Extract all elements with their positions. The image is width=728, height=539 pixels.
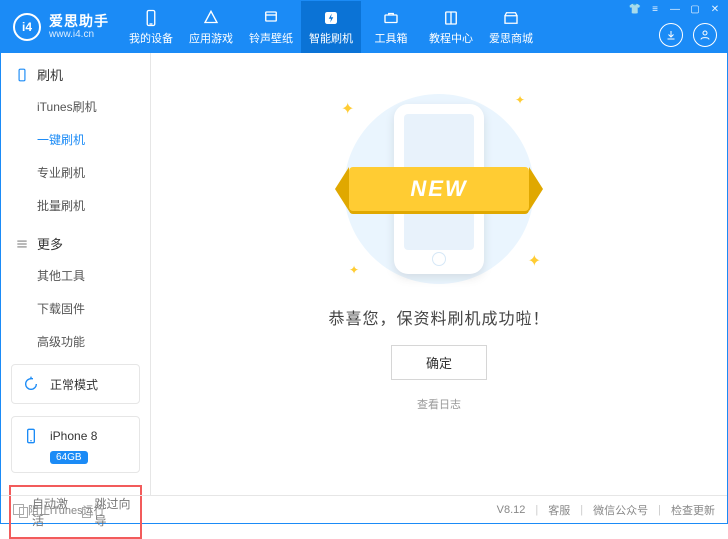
sidebar-item-oneclick-flash[interactable]: 一键刷机 [1, 123, 150, 156]
sidebar-item-pro-flash[interactable]: 专业刷机 [1, 156, 150, 189]
sidebar-item-batch-flash[interactable]: 批量刷机 [1, 189, 150, 222]
store-icon [501, 8, 521, 28]
topbar: i4 爱思助手 www.i4.cn 我的设备 应用游戏 铃声壁纸 智能刷机 [1, 1, 727, 53]
sparkle-icon: ✦ [349, 263, 359, 277]
phone-icon [20, 425, 42, 447]
sidebar-item-download-fw[interactable]: 下载固件 [1, 292, 150, 325]
device-card[interactable]: iPhone 8 64GB [11, 416, 140, 473]
sparkle-icon: ✦ [341, 99, 354, 119]
tab-label: 我的设备 [129, 30, 173, 46]
tab-tutorials[interactable]: 教程中心 [421, 1, 481, 53]
success-illustration: ✦ ✦ ✦ ✦ NEW [319, 89, 559, 289]
brand: i4 爱思助手 www.i4.cn [1, 1, 121, 53]
minimize-icon[interactable]: — [669, 3, 681, 15]
sidebar-item-other-tools[interactable]: 其他工具 [1, 259, 150, 292]
book-icon [441, 8, 461, 28]
more-icon [15, 237, 29, 251]
sidebar-section-flash: 刷机 [1, 53, 150, 90]
new-ribbon: NEW [349, 167, 529, 211]
close-icon[interactable]: ✕ [709, 3, 721, 15]
view-log-link[interactable]: 查看日志 [417, 396, 461, 412]
brand-title: 爱思助手 [49, 13, 109, 29]
device-icon [141, 8, 161, 28]
storage-badge: 64GB [50, 451, 88, 464]
sidebar-section-more: 更多 [1, 222, 150, 259]
brand-logo-icon: i4 [13, 13, 41, 41]
tab-my-device[interactable]: 我的设备 [121, 1, 181, 53]
sparkle-icon: ✦ [528, 251, 541, 271]
tab-toolbox[interactable]: 工具箱 [361, 1, 421, 53]
tab-apps[interactable]: 应用游戏 [181, 1, 241, 53]
tab-label: 智能刷机 [309, 30, 353, 46]
main-content: ✦ ✦ ✦ ✦ NEW 恭喜您，保资料刷机成功啦！ 确定 查看日志 [151, 53, 727, 495]
ok-button[interactable]: 确定 [391, 345, 487, 380]
device-icon [15, 68, 29, 82]
checkbox-block-itunes[interactable]: 阻止iTunes运行 [13, 502, 105, 518]
section-title: 更多 [37, 234, 63, 253]
shirt-icon[interactable]: 👕 [629, 3, 641, 15]
tab-label: 工具箱 [375, 30, 408, 46]
wechat-link[interactable]: 微信公众号 [593, 502, 648, 518]
success-message: 恭喜您，保资料刷机成功啦！ [328, 305, 549, 329]
refresh-icon [20, 373, 42, 395]
mode-label: 正常模式 [50, 376, 98, 393]
tab-flash[interactable]: 智能刷机 [301, 1, 361, 53]
download-button[interactable] [659, 23, 683, 47]
window-controls: 👕 ≡ — ▢ ✕ [629, 3, 721, 15]
tab-label: 铃声壁纸 [249, 30, 293, 46]
user-button[interactable] [693, 23, 717, 47]
apps-icon [201, 8, 221, 28]
music-icon [261, 8, 281, 28]
mode-card[interactable]: 正常模式 [11, 364, 140, 404]
sparkle-icon: ✦ [515, 93, 525, 107]
status-bar: 阻止iTunes运行 V8.12 | 客服 | 微信公众号 | 检查更新 [1, 495, 727, 523]
sidebar: 刷机 iTunes刷机 一键刷机 专业刷机 批量刷机 更多 其他工具 下载固件 … [1, 53, 151, 495]
maximize-icon[interactable]: ▢ [689, 3, 701, 15]
sidebar-item-itunes-flash[interactable]: iTunes刷机 [1, 90, 150, 123]
brand-subtitle: www.i4.cn [49, 29, 109, 41]
sidebar-item-advanced[interactable]: 高级功能 [1, 325, 150, 358]
tab-store[interactable]: 爱思商城 [481, 1, 541, 53]
menu-icon[interactable]: ≡ [649, 3, 661, 15]
support-link[interactable]: 客服 [548, 502, 570, 518]
section-title: 刷机 [37, 65, 63, 84]
flash-icon [321, 8, 341, 28]
check-update-link[interactable]: 检查更新 [671, 502, 715, 518]
version-label: V8.12 [497, 504, 526, 516]
tab-label: 爱思商城 [489, 30, 533, 46]
toolbox-icon [381, 8, 401, 28]
tab-label: 应用游戏 [189, 30, 233, 46]
tab-ringtones[interactable]: 铃声壁纸 [241, 1, 301, 53]
tab-label: 教程中心 [429, 30, 473, 46]
device-name: iPhone 8 [50, 429, 97, 443]
